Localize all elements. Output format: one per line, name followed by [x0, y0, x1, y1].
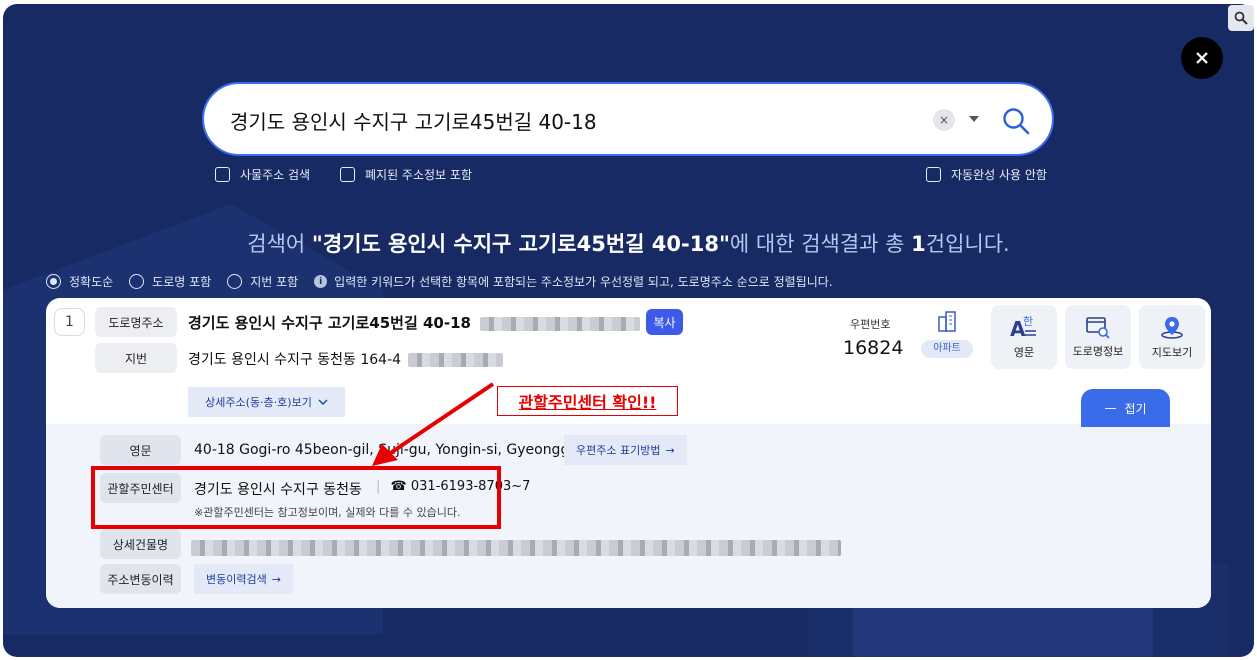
- lot-address: 경기도 용인시 수지구 동천동 164-4: [188, 349, 503, 369]
- checkbox[interactable]: [926, 167, 941, 182]
- english-address-button[interactable]: A한 영문: [991, 305, 1057, 369]
- annotation-label: 관할주민센터 확인!!: [497, 386, 678, 416]
- zoom-search-icon[interactable]: [1228, 5, 1254, 31]
- zip-label: 우편번호: [850, 318, 891, 331]
- search-icon[interactable]: [1001, 106, 1031, 136]
- result-summary: 검색어 "경기도 용인시 수지구 고기로45번길 40-18"에 대한 검색결과…: [247, 232, 1010, 256]
- option-label: 사물주소 검색: [240, 168, 311, 182]
- close-icon: [1196, 52, 1208, 64]
- sort-hint: 입력한 키워드가 선택한 항목에 포함되는 주소정보가 우선정렬 되고, 도로명…: [334, 275, 833, 289]
- option-label: 자동완성 사용 안함: [951, 168, 1047, 182]
- lot-address-tag: 지번: [95, 343, 177, 373]
- apartment-label: 아파트: [921, 340, 973, 358]
- redacted-text: [191, 539, 841, 556]
- annotation-arrow-icon: [372, 382, 495, 466]
- map-pin-icon: [1161, 317, 1183, 339]
- sort-road-included[interactable]: 도로명 포함: [129, 273, 211, 290]
- chevron-down-icon: [318, 399, 328, 405]
- info-icon: i: [314, 275, 328, 288]
- road-info-icon: [1086, 317, 1110, 339]
- checkbox[interactable]: [215, 167, 230, 182]
- sort-options: 정확도순 도로명 포함 지번 포함 i 입력한 키워드가 선택한 항목에 포함되…: [46, 273, 833, 290]
- business-address-option[interactable]: 사물주소 검색: [215, 166, 310, 183]
- close-button[interactable]: [1181, 37, 1223, 79]
- map-view-button[interactable]: 지도보기: [1139, 305, 1205, 369]
- annotation-highlight-box: [91, 466, 501, 529]
- road-info-button[interactable]: 도로명정보: [1065, 305, 1131, 369]
- redacted-text: [480, 316, 641, 331]
- copy-button[interactable]: 복사: [646, 309, 683, 335]
- fold-button[interactable]: — 접기: [1081, 389, 1170, 427]
- svg-text:한: 한: [1023, 315, 1033, 328]
- building-tag: 상세건물명: [100, 529, 181, 559]
- translate-icon: A한: [1010, 315, 1036, 340]
- disable-autocomplete-option[interactable]: 자동완성 사용 안함: [926, 166, 1047, 183]
- search-input[interactable]: 경기도 용인시 수지구 고기로45번길 40-18: [230, 106, 597, 135]
- building-name: [191, 537, 841, 556]
- detail-address-button[interactable]: 상세주소(동·층·호)보기: [188, 387, 345, 417]
- result-index: 1: [54, 308, 85, 336]
- history-tag: 주소변동이력: [100, 564, 181, 594]
- postal-format-link[interactable]: 우편주소 표기방법 →: [564, 435, 687, 465]
- sort-accuracy[interactable]: 정확도순: [46, 273, 113, 290]
- redacted-text: [407, 353, 503, 367]
- radio-button[interactable]: [129, 274, 145, 289]
- road-address: 경기도 용인시 수지구 고기로45번길 40-18: [188, 312, 641, 333]
- minus-icon: —: [1104, 401, 1117, 415]
- history-search-link[interactable]: 변동이력검색 →: [194, 564, 293, 594]
- arrow-right-icon: →: [271, 572, 281, 586]
- road-address-tag: 도로명주소: [95, 307, 177, 337]
- sort-lot-included[interactable]: 지번 포함: [227, 273, 298, 290]
- english-tag: 영문: [100, 435, 181, 465]
- option-label: 폐지된 주소정보 포함: [365, 168, 472, 182]
- result-card: 1 도로명주소 경기도 용인시 수지구 고기로45번길 40-18 복사 지번 …: [46, 298, 1211, 608]
- zip-code: 16824: [843, 337, 904, 359]
- radio-button[interactable]: [227, 274, 243, 289]
- arrow-right-icon: →: [665, 443, 675, 457]
- checkbox[interactable]: [340, 167, 355, 182]
- clear-icon[interactable]: ×: [933, 109, 955, 131]
- apartment-badge: 아파트: [921, 310, 973, 358]
- radio-button[interactable]: [46, 274, 61, 289]
- include-abolished-option[interactable]: 폐지된 주소정보 포함: [340, 166, 472, 183]
- chevron-down-icon[interactable]: [969, 116, 979, 122]
- search-box[interactable]: 경기도 용인시 수지구 고기로45번길 40-18 ×: [202, 82, 1054, 156]
- building-icon: [938, 311, 956, 332]
